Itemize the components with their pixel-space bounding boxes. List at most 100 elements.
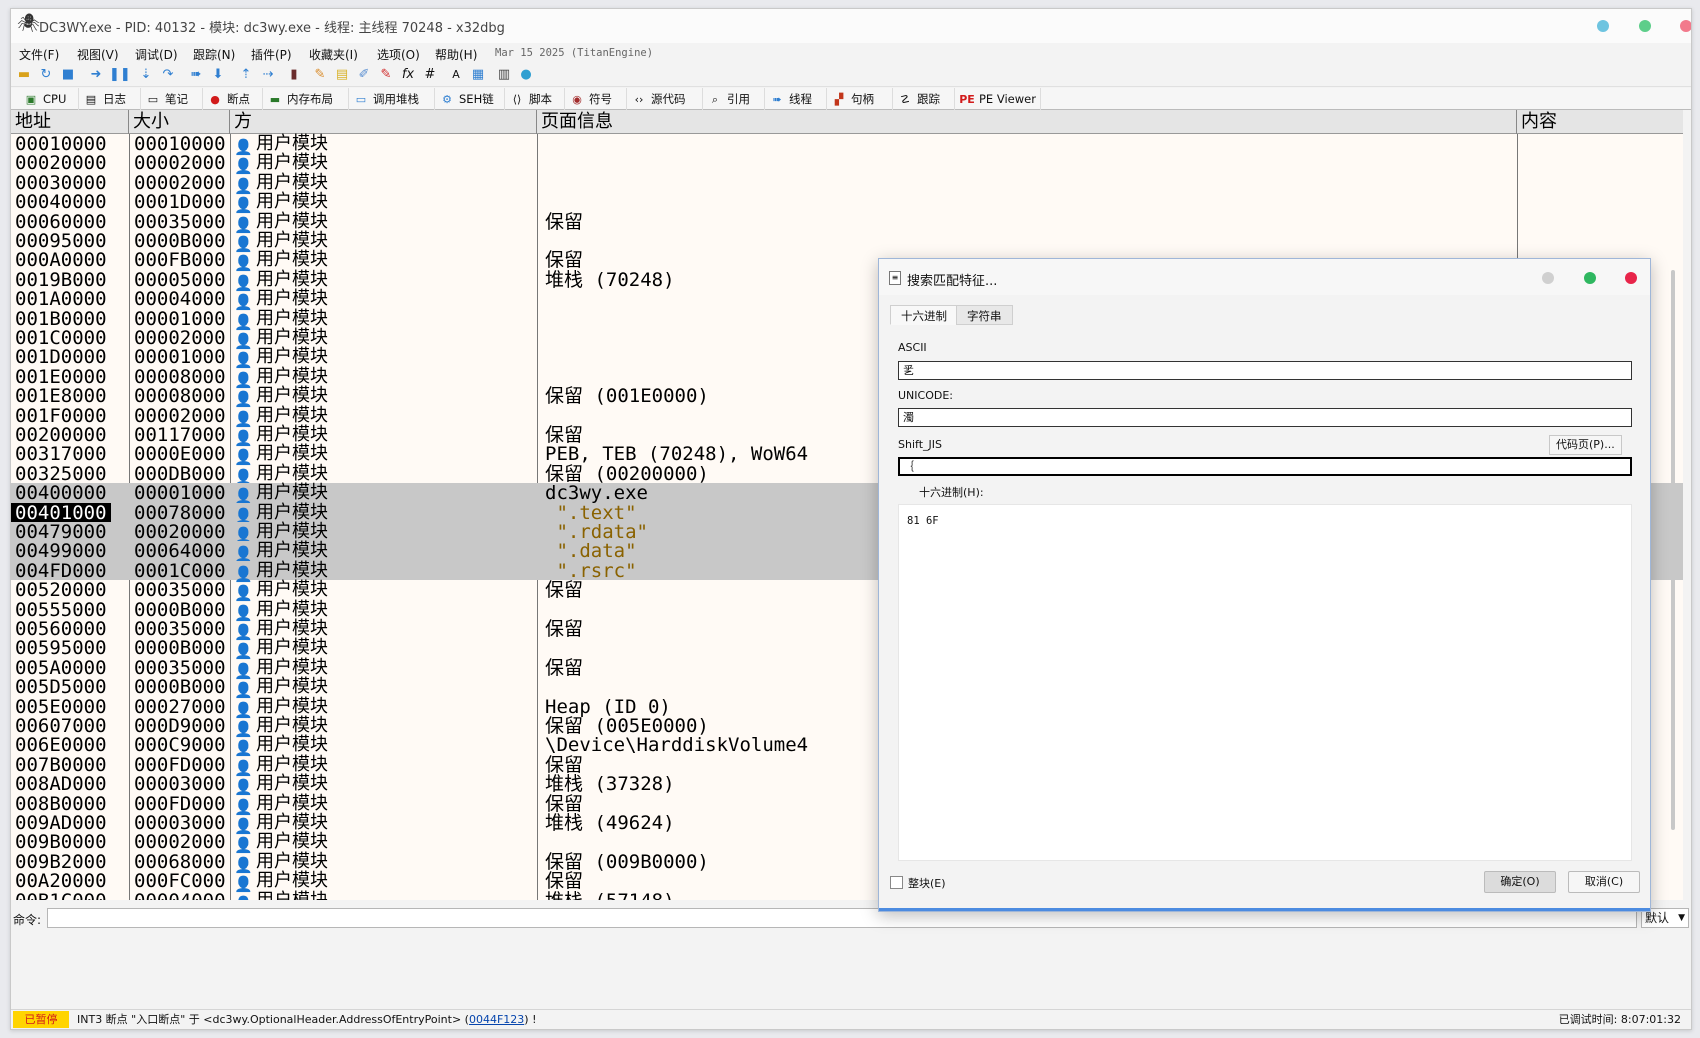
cell-size: 00008000 [134, 385, 226, 408]
tab-breakpoints[interactable]: ● 断点 [203, 88, 263, 110]
tab-hex[interactable]: 十六进制 [890, 305, 958, 325]
header-address[interactable]: 地址 [11, 110, 129, 134]
run-to-user-code-icon[interactable]: ⇢ [259, 66, 277, 84]
cell-address: 00020000 [15, 152, 107, 175]
pause-icon[interactable]: ❚❚ [109, 66, 131, 84]
cell-size: 000FD000 [134, 792, 226, 815]
cell-size: 0000B000 [134, 598, 226, 621]
tab-memory-map[interactable]: ▬ 内存布局 [263, 88, 349, 110]
cell-party-label: 用户模块 [256, 210, 328, 232]
entire-block-checkbox[interactable] [890, 876, 903, 889]
vertical-scrollbar[interactable] [1671, 270, 1675, 830]
codepage-button[interactable]: 代码页(P)... [1549, 435, 1622, 455]
table-row[interactable]: 00030000 00002000 👤 用户模块 [11, 172, 1683, 195]
cell-party-label: 用户模块 [256, 268, 328, 290]
unicode-field[interactable]: 濁 [898, 408, 1632, 427]
cell-page-info: 堆栈 (70248) [545, 268, 675, 291]
restart-icon[interactable]: ↻ [37, 66, 55, 84]
tab-threads[interactable]: ➠ 线程 [765, 88, 827, 110]
table-row[interactable]: 00020000 00002000 👤 用户模块 [11, 152, 1683, 176]
functions-icon[interactable]: fx [399, 66, 417, 84]
cell-party-label: 用户模块 [256, 365, 328, 387]
header-content[interactable]: 内容 [1517, 110, 1683, 134]
tab-pe-viewer[interactable]: PE PE Viewer [955, 88, 1041, 110]
menu-trace[interactable]: 跟踪(N) [193, 46, 235, 63]
hex-field[interactable]: 81 6F [898, 504, 1632, 861]
tab-seh[interactable]: ⚙ SEH链 [435, 88, 505, 110]
tab-log[interactable]: ▤ 日志 [79, 88, 141, 110]
tab-symbols[interactable]: ◉ 符号 [565, 88, 627, 110]
step-into-icon[interactable]: ⇣ [137, 66, 155, 84]
threads-icon: ➠ [772, 93, 782, 106]
header-page-info[interactable]: 页面信息 [537, 110, 1517, 134]
dialog-minimize-button[interactable] [1542, 272, 1554, 284]
trace-into-icon[interactable]: ➠ [187, 66, 205, 84]
open-icon[interactable]: ▬ [15, 66, 33, 84]
tab-string[interactable]: 字符串 [956, 305, 1013, 325]
scylla-icon[interactable]: ▮ [285, 66, 303, 84]
run-icon[interactable]: ➜ [87, 66, 105, 84]
hash-icon[interactable]: # [421, 66, 439, 84]
maximize-button[interactable] [1639, 20, 1651, 32]
menu-favourites[interactable]: 收藏夹(I) [309, 46, 358, 63]
menu-help[interactable]: 帮助(H) [435, 46, 477, 63]
cell-page-info: 保留 [545, 618, 584, 640]
calculator-icon[interactable]: ▥ [495, 66, 513, 84]
cell-size: 00117000 [134, 424, 226, 446]
dialog-close-button[interactable] [1625, 272, 1637, 284]
ok-button[interactable]: 确定(O) [1484, 871, 1556, 893]
document-icon: ≡ [889, 271, 901, 285]
menu-plugins[interactable]: 插件(P) [251, 46, 292, 63]
labels-icon[interactable]: ✐ [355, 66, 373, 84]
cell-party-label: 用户模块 [256, 695, 328, 717]
memory-map-icon[interactable]: ▦ [469, 66, 487, 84]
cell-size: 000DB000 [134, 462, 226, 485]
breakpoint-icon: ● [210, 93, 220, 106]
execute-till-return-icon[interactable]: ⇡ [237, 66, 255, 84]
cell-page-info: 保留 (00200000) [545, 462, 709, 485]
help-icon[interactable]: ● [517, 66, 535, 84]
cell-party-label: 用户模块 [256, 404, 328, 426]
table-row[interactable]: 00010000 00010000 👤 用户模块 [11, 134, 1683, 157]
cell-party-label: 用户模块 [256, 385, 328, 407]
table-row[interactable]: 00040000 0001D000 👤 用户模块 [11, 192, 1683, 215]
menu-view[interactable]: 视图(V) [77, 46, 119, 63]
tab-call-stack[interactable]: ▭ 调用堆栈 [349, 88, 435, 110]
menu-file[interactable]: 文件(F) [19, 46, 59, 63]
step-over-icon[interactable]: ↷ [159, 66, 177, 84]
tab-trace[interactable]: ☡ 跟踪 [893, 88, 955, 110]
cell-page-info: 保留 (001E0000) [545, 385, 709, 408]
table-row[interactable]: 00060000 00035000 👤 用户模块 保留 [11, 210, 1683, 234]
cell-address: 00325000 [15, 462, 107, 485]
shiftjis-field[interactable]: ｛ [898, 457, 1632, 476]
tab-script[interactable]: ⟨⟩ 脚本 [505, 88, 565, 110]
header-size[interactable]: 大小 [129, 110, 230, 134]
tab-handles[interactable]: ▞ 句柄 [827, 88, 893, 110]
tab-notes[interactable]: ▭ 笔记 [141, 88, 203, 110]
close-button[interactable] [1680, 20, 1691, 32]
cell-page-info: ".rsrc" [545, 559, 637, 582]
patch-icon[interactable]: ✎ [311, 66, 329, 84]
tab-source[interactable]: ‹› 源代码 [627, 88, 703, 110]
entry-address-link[interactable]: 0044F123 [469, 1013, 524, 1026]
header-party[interactable]: 方 [230, 110, 537, 134]
comments-icon[interactable]: ▤ [333, 66, 351, 84]
bookmarks-icon[interactable]: ✎ [377, 66, 395, 84]
cancel-button[interactable]: 取消(C) [1568, 871, 1640, 893]
ascii-field[interactable]: 乯 [898, 361, 1632, 380]
font-icon[interactable]: A [447, 66, 465, 84]
trace-over-icon[interactable]: ⬇ [209, 66, 227, 84]
menu-debug[interactable]: 调试(D) [135, 46, 178, 63]
minimize-button[interactable] [1597, 20, 1609, 32]
cell-page-info: 保留 [545, 249, 584, 272]
cell-size: 00004000 [134, 891, 226, 900]
cell-address: 005A0000 [15, 656, 107, 679]
menu-options[interactable]: 选项(O) [377, 46, 420, 63]
table-row[interactable]: 00095000 0000B000 👤 用户模块 [11, 231, 1683, 254]
stop-icon[interactable]: ■ [59, 66, 77, 84]
tab-references[interactable]: ⌕ 引用 [703, 88, 765, 110]
cell-party-label: 用户模块 [256, 540, 328, 562]
tab-bar: ▣ CPU ▤ 日志 ▭ 笔记 ● 断点 ▬ 内存布局 ▭ 调用堆栈 ⚙ SEH链 ⟨⟩ 脚本 … [11, 88, 1691, 110]
tab-cpu[interactable]: ▣ CPU [19, 88, 79, 110]
dialog-maximize-button[interactable] [1584, 272, 1596, 284]
